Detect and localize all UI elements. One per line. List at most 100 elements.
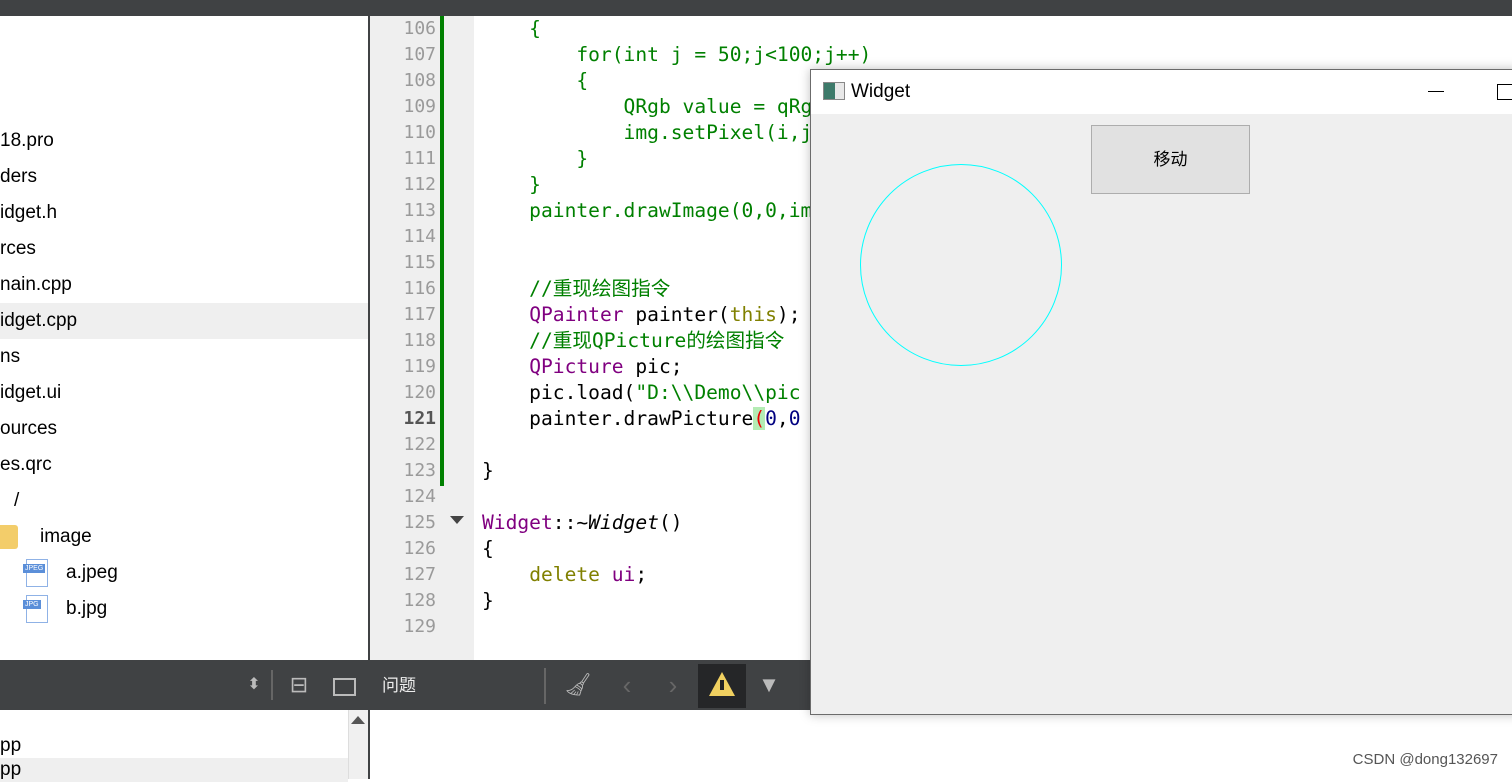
- tree-item-label: ources: [0, 418, 58, 439]
- tree-item[interactable]: idget.ui: [0, 375, 368, 411]
- tree-item[interactable]: ders: [0, 159, 368, 195]
- close-panel-icon[interactable]: [333, 678, 356, 696]
- code-line[interactable]: {: [482, 68, 588, 94]
- code-line[interactable]: for(int j = 50;j<100;j++): [482, 42, 871, 68]
- code-line[interactable]: img.setPixel(i,j: [482, 120, 813, 146]
- move-button[interactable]: 移动: [1091, 125, 1250, 194]
- filter-icon[interactable]: ▼: [754, 660, 784, 710]
- tree-item[interactable]: image: [0, 519, 368, 555]
- tree-item[interactable]: es.qrc: [0, 447, 368, 483]
- line-number: 121: [403, 408, 436, 429]
- tree-item-label: idget.ui: [0, 382, 62, 403]
- code-token: pic.load(: [482, 381, 636, 404]
- jpeg-file-icon: JPEG: [23, 559, 48, 587]
- app-icon: [823, 82, 845, 100]
- code-line[interactable]: }: [482, 458, 494, 484]
- code-line[interactable]: }: [482, 146, 588, 172]
- tree-item[interactable]: /: [0, 483, 368, 519]
- clear-broom-icon[interactable]: 🧹︎: [560, 660, 596, 710]
- code-token: this: [729, 303, 777, 326]
- code-token: {: [482, 537, 494, 560]
- code-token: ;: [635, 563, 648, 586]
- line-number: 112: [403, 174, 436, 195]
- split-add-icon[interactable]: ⊟: [282, 660, 316, 710]
- code-token: delete: [529, 563, 600, 586]
- code-line[interactable]: QRgb value = qRgb: [482, 94, 825, 120]
- code-token: }: [482, 589, 494, 612]
- tree-item[interactable]: ources: [0, 411, 368, 447]
- tree-item[interactable]: rces: [0, 231, 368, 267]
- code-line[interactable]: QPicture pic;: [482, 354, 682, 380]
- code-token: (): [658, 511, 683, 534]
- next-arrow-icon[interactable]: ›: [658, 660, 688, 710]
- code-line[interactable]: //重现QPicture的绘图指令: [482, 328, 784, 354]
- tree-item-label: idget.cpp: [0, 310, 78, 331]
- code-line[interactable]: }: [482, 588, 494, 614]
- line-number: 116: [403, 278, 436, 299]
- code-token: 0: [788, 407, 801, 430]
- code-line[interactable]: delete ui;: [482, 562, 647, 588]
- code-token: }: [482, 147, 589, 170]
- tree-item[interactable]: idget.h: [0, 195, 368, 231]
- tree-item-label: 18.pro: [0, 130, 54, 151]
- tree-item[interactable]: ns: [0, 339, 368, 375]
- watermark: CSDN @dong132697: [1352, 751, 1498, 768]
- line-number: 123: [403, 460, 436, 481]
- tree-item-label: nain.cpp: [0, 274, 72, 295]
- window-titlebar[interactable]: Widget: [811, 70, 1512, 114]
- code-token: }: [482, 173, 541, 196]
- sort-arrows-icon[interactable]: ⬍: [244, 660, 264, 710]
- maximize-button[interactable]: [1497, 84, 1512, 100]
- line-number: 114: [403, 226, 436, 247]
- line-number: 128: [403, 590, 436, 611]
- tree-item-label: a.jpeg: [66, 562, 118, 583]
- code-line[interactable]: pic.load("D:\\Demo\\pic: [482, 380, 801, 406]
- code-line[interactable]: painter.drawImage(0,0,im: [482, 198, 812, 224]
- tree-item[interactable]: idget.cpp: [0, 303, 368, 339]
- tree-item-label: es.qrc: [0, 454, 52, 475]
- tree-item[interactable]: JPEG a.jpeg: [0, 555, 368, 591]
- code-line[interactable]: }: [482, 172, 541, 198]
- divider: [544, 668, 546, 704]
- line-number: 113: [403, 200, 436, 221]
- line-number: 129: [403, 616, 436, 637]
- code-line[interactable]: //重现绘图指令: [482, 276, 670, 302]
- code-token: {: [482, 69, 589, 92]
- minimize-button[interactable]: [1428, 91, 1444, 92]
- code-token: ,: [776, 407, 789, 430]
- line-number: 119: [403, 356, 436, 377]
- code-line[interactable]: painter.drawPicture(0,0: [482, 406, 801, 432]
- fold-arrow-icon[interactable]: [450, 516, 464, 524]
- code-token: painter.drawImage(0,0,im: [482, 199, 813, 222]
- change-marker-bar: [440, 16, 444, 486]
- scroll-up-arrow-icon[interactable]: [351, 716, 365, 724]
- code-line[interactable]: QPainter painter(this);: [482, 302, 801, 328]
- tree-item[interactable]: 18.pro: [0, 123, 368, 159]
- code-token: for(int j = 50;j<100;j++): [482, 43, 872, 66]
- tree-item-label: b.jpg: [66, 598, 108, 619]
- divider: [271, 670, 273, 700]
- code-line[interactable]: {: [482, 16, 541, 42]
- tree-item[interactable]: nain.cpp: [0, 267, 368, 303]
- tree-item-label: ns: [0, 346, 21, 367]
- code-line[interactable]: Widget::~Widget(): [482, 510, 683, 536]
- code-token: "D:\\Demo\\pic: [635, 381, 801, 404]
- scrollbar[interactable]: [348, 710, 368, 779]
- line-number: 120: [403, 382, 436, 403]
- previous-arrow-icon[interactable]: ‹: [612, 660, 642, 710]
- tree-item-label: rces: [0, 238, 36, 259]
- open-documents-list: pp pp: [0, 710, 348, 782]
- warning-filter-button[interactable]: [698, 664, 746, 708]
- code-line[interactable]: {: [482, 536, 494, 562]
- code-token: );: [776, 303, 801, 326]
- project-tree: 18.pro ders idget.h rces nain.cpp idget.cpp ns…: [0, 16, 368, 660]
- list-item[interactable]: pp: [0, 758, 348, 782]
- line-number: 122: [403, 434, 436, 455]
- list-item[interactable]: pp: [0, 734, 348, 758]
- tree-item-label: /: [14, 490, 20, 511]
- tree-item[interactable]: JPG b.jpg: [0, 591, 368, 627]
